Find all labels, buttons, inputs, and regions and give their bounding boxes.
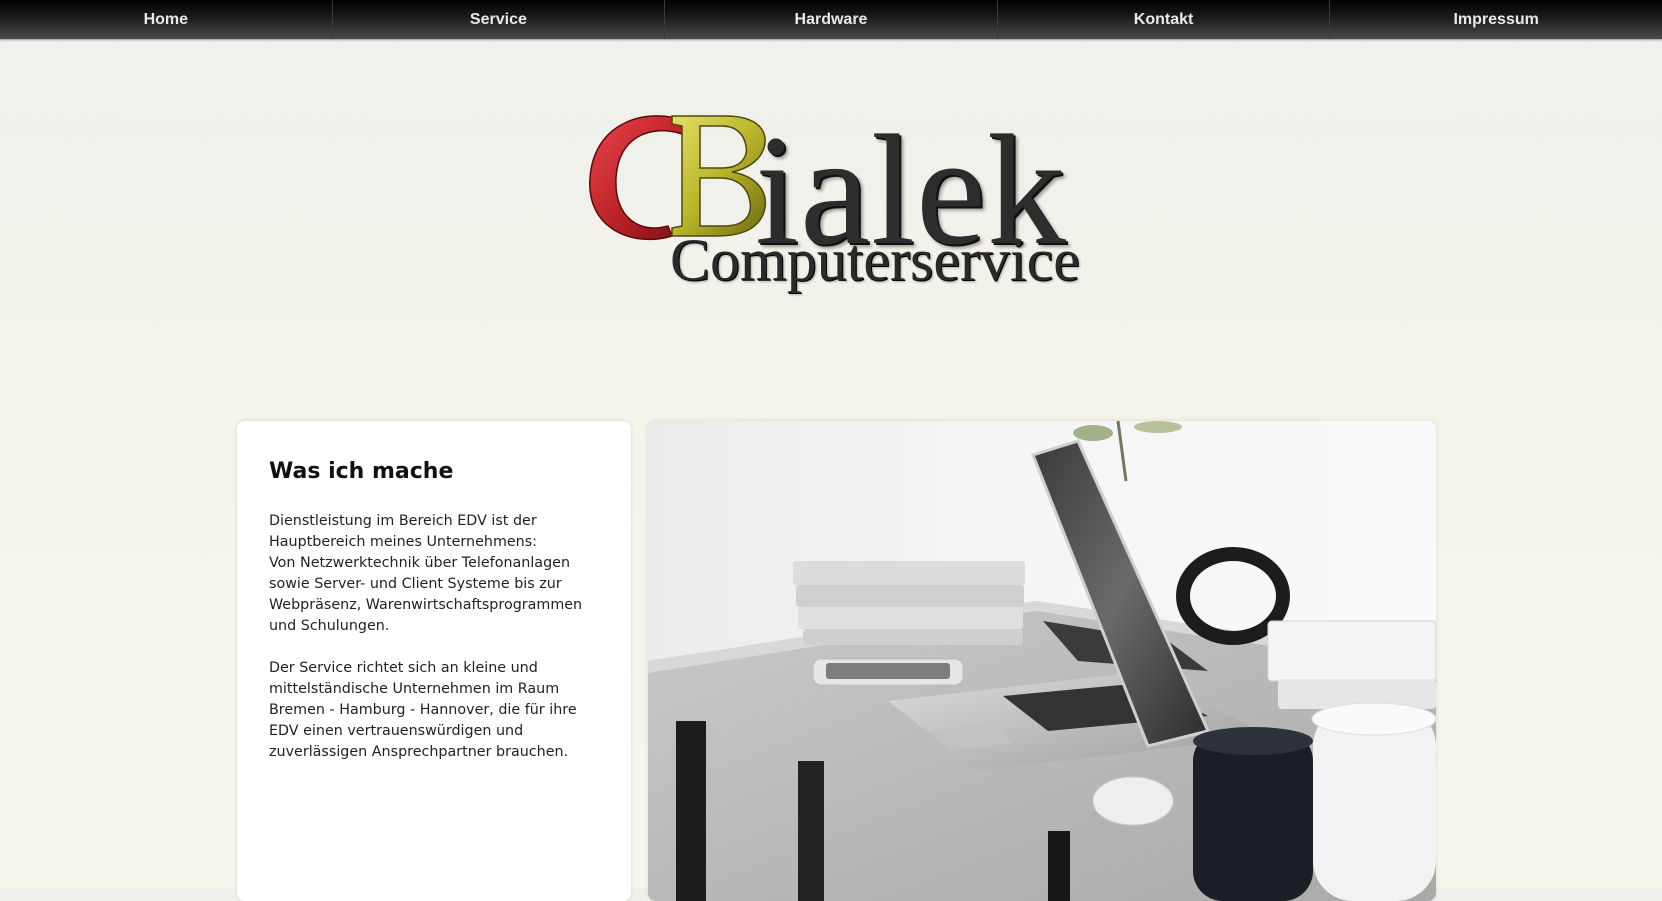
top-navigation: Home Service Hardware Kontakt Impressum — [0, 0, 1662, 39]
company-logo[interactable]: ialek Computerservice — [580, 100, 1100, 310]
nav-item-hardware[interactable]: Hardware — [665, 0, 998, 39]
laptop-photo — [648, 421, 1436, 901]
laptop-desk-photo-icon — [648, 421, 1436, 901]
card-paragraph-audience: Der Service richtet sich an kleine und m… — [269, 660, 577, 760]
card-paragraph-services: Dienstleistung im Bereich EDV ist der Ha… — [269, 513, 583, 634]
nav-item-service[interactable]: Service — [333, 0, 666, 39]
card-title: Was ich mache — [269, 459, 454, 484]
logo-subtitle: Computerservice — [670, 227, 1080, 293]
nav-item-kontakt[interactable]: Kontakt — [998, 0, 1331, 39]
nav-item-impressum[interactable]: Impressum — [1330, 0, 1662, 39]
nav-item-home[interactable]: Home — [0, 0, 333, 39]
about-card: Was ich mache Dienstleistung im Bereich … — [237, 421, 631, 901]
